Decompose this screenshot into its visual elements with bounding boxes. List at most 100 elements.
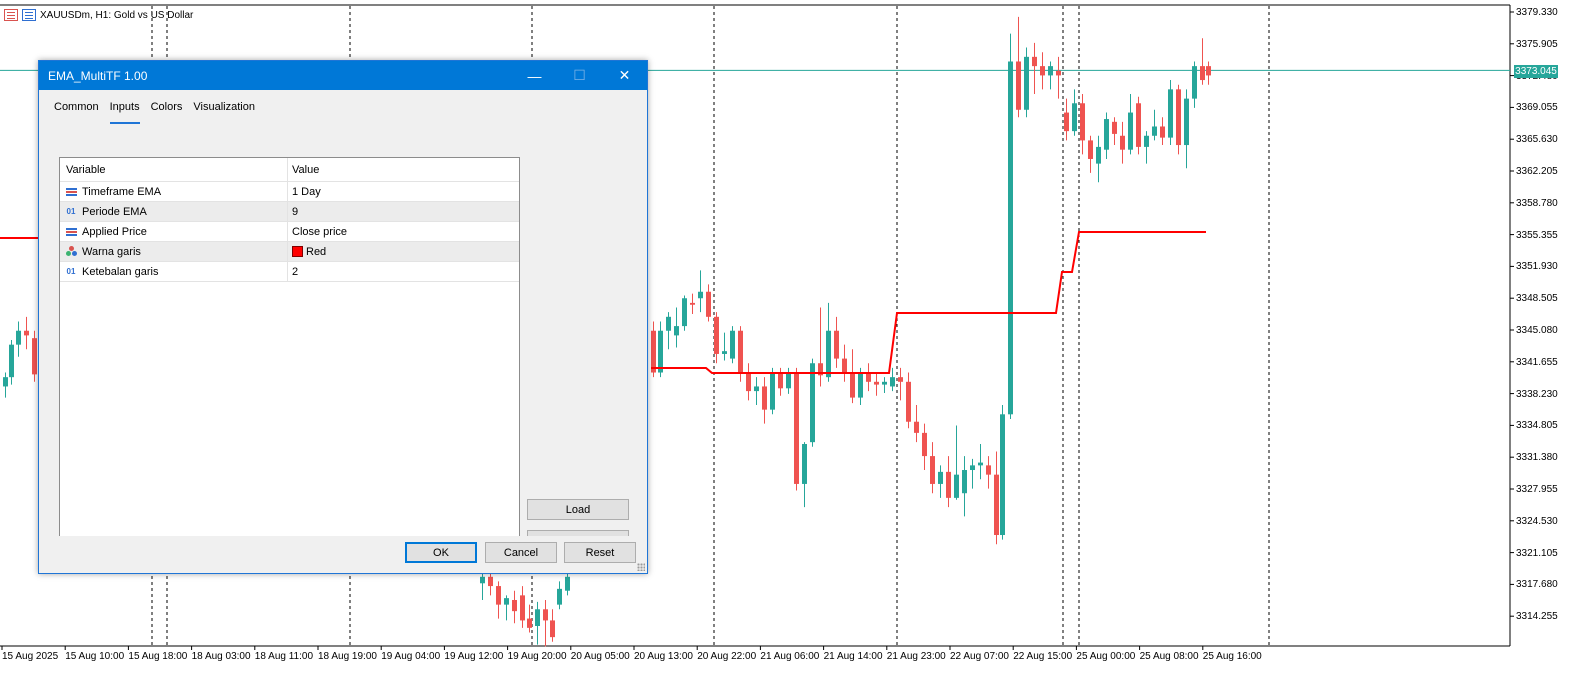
value-cell[interactable]: Close price [288, 222, 347, 241]
table-row[interactable]: 01 Periode EMA 9 [60, 202, 519, 222]
ok-button[interactable]: OK [405, 542, 477, 563]
time-tick-label: 19 Aug 12:00 [444, 651, 504, 662]
candle-body [1016, 61, 1021, 110]
time-tick-label: 18 Aug 03:00 [191, 651, 251, 662]
dialog-titlebar[interactable]: EMA_MultiTF 1.00 — ☐ ✕ [39, 61, 647, 90]
candle-body [1184, 98, 1189, 146]
candle-body [535, 609, 540, 626]
candle-body [1096, 146, 1101, 164]
tab-inputs[interactable]: Inputs [109, 101, 140, 124]
candle-body [565, 576, 570, 591]
table-row[interactable]: 01 Ketebalan garis 2 [60, 262, 519, 282]
candle-body [1200, 66, 1205, 81]
inputs-table: Variable Value Timeframe EMA 1 Day 01 Pe… [59, 157, 520, 553]
chart-title-bar: XAUUSDm, H1: Gold vs US Dollar [4, 8, 193, 22]
cancel-button[interactable]: Cancel [485, 542, 557, 563]
price-tick-label: 3321.105 [1516, 547, 1558, 559]
table-row[interactable]: Applied Price Close price [60, 222, 519, 242]
load-button[interactable]: Load [527, 499, 629, 520]
value-cell[interactable]: 9 [288, 202, 298, 221]
candle-body [762, 386, 767, 410]
candle-body [1072, 103, 1077, 132]
time-tick-label: 21 Aug 06:00 [760, 651, 820, 662]
candle-body [651, 330, 656, 373]
candle-body [842, 358, 847, 373]
price-tick-label: 3365.630 [1516, 134, 1558, 146]
price-tick-label: 3324.530 [1516, 515, 1558, 527]
candle-body [914, 421, 919, 433]
candle-body [1160, 126, 1165, 138]
candle-body [1152, 126, 1157, 136]
time-tick-label: 19 Aug 04:00 [381, 651, 441, 662]
dialog-title: EMA_MultiTF 1.00 [48, 68, 148, 83]
candle-body [674, 326, 679, 336]
candle-body [970, 465, 975, 471]
value-cell[interactable]: 1 Day [288, 182, 321, 201]
price-tick-label: 3317.680 [1516, 579, 1558, 591]
variable-cell: Applied Price [60, 222, 288, 241]
color-swatch [292, 246, 303, 257]
value-text: Close price [292, 225, 348, 238]
candle-body [858, 372, 863, 398]
candle-body [938, 471, 943, 484]
price-tick-label: 3358.780 [1516, 197, 1558, 209]
chart-window-icon[interactable] [22, 9, 36, 21]
candle-body [810, 363, 815, 443]
price-tick-label: 3348.505 [1516, 293, 1558, 305]
candle-body [512, 599, 517, 612]
candle-body [1040, 66, 1045, 76]
variable-name: Periode EMA [82, 205, 147, 218]
value-cell[interactable]: Red [288, 242, 326, 261]
candle-body [527, 618, 532, 628]
candle-body [850, 372, 855, 398]
close-icon[interactable]: ✕ [602, 61, 647, 90]
chart-menu-icon[interactable] [4, 9, 18, 21]
price-tick-label: 3362.205 [1516, 166, 1558, 177]
candle-body [1112, 121, 1117, 134]
candle-body [738, 330, 743, 373]
time-tick-label: 18 Aug 19:00 [318, 651, 377, 662]
candle-body [834, 330, 839, 359]
candle-body [3, 377, 8, 387]
time-tick-label: 15 Aug 2025 [2, 651, 59, 662]
candle-body [488, 576, 493, 587]
enum-icon [64, 226, 78, 238]
tab-colors[interactable]: Colors [151, 101, 183, 123]
time-tick-label: 19 Aug 20:00 [507, 651, 567, 662]
candle-body [882, 381, 887, 385]
dialog-tabs: Common Inputs Colors Visualization [40, 91, 646, 124]
dialog-button-bar: OK Cancel Reset [39, 536, 647, 573]
candle-body [890, 377, 895, 387]
candle-body [1064, 112, 1069, 132]
column-header-value[interactable]: Value [288, 158, 319, 181]
table-row[interactable]: Timeframe EMA 1 Day [60, 182, 519, 202]
tab-visualization[interactable]: Visualization [193, 101, 255, 123]
time-tick-label: 21 Aug 14:00 [823, 651, 883, 662]
candle-body [666, 316, 671, 331]
column-header-variable[interactable]: Variable [60, 158, 288, 181]
variable-name: Ketebalan garis [82, 265, 159, 278]
candle-body [954, 474, 959, 498]
candle-body [722, 351, 727, 354]
candle-body [24, 330, 29, 336]
candle-body [802, 444, 807, 484]
tab-common[interactable]: Common [54, 101, 99, 123]
resize-grip-icon[interactable] [637, 563, 645, 571]
minimize-icon[interactable]: — [512, 61, 557, 90]
price-tick-label: 3355.355 [1516, 229, 1558, 241]
time-tick-label: 21 Aug 23:00 [886, 651, 946, 662]
time-tick-label: 20 Aug 13:00 [634, 651, 693, 662]
candle-body [682, 298, 687, 327]
candle-body [786, 372, 791, 389]
candle-body [754, 386, 759, 392]
reset-button[interactable]: Reset [564, 542, 636, 563]
candle-body [906, 381, 911, 422]
price-tick-label: 3379.330 [1516, 7, 1558, 18]
candle-body [1206, 66, 1211, 76]
value-text: 9 [292, 205, 299, 218]
candle-body [1088, 140, 1093, 159]
candle-body [714, 316, 719, 354]
table-row[interactable]: Warna garis Red [60, 242, 519, 262]
value-cell[interactable]: 2 [288, 262, 298, 281]
time-tick-label: 25 Aug 00:00 [1076, 651, 1136, 662]
